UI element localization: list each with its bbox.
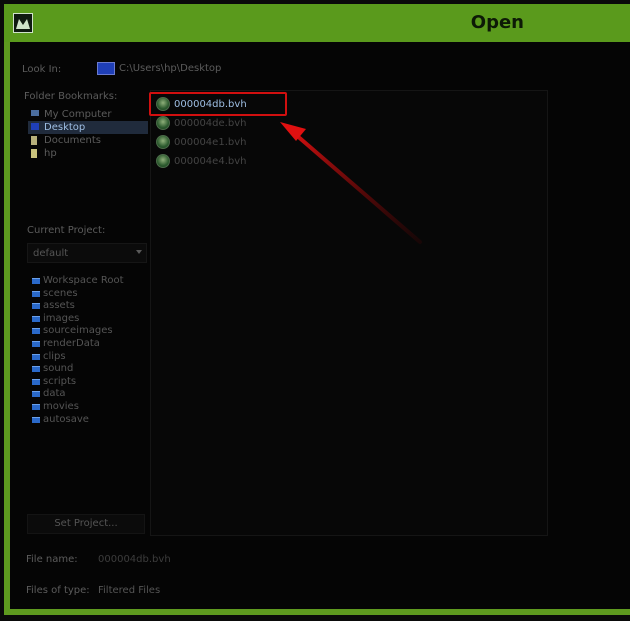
current-project-label: Current Project:	[27, 225, 106, 236]
bookmark-label: Documents	[44, 135, 102, 146]
folder-label: assets	[43, 300, 75, 312]
project-folder-item[interactable]: scripts	[31, 376, 149, 389]
look-in-label: Look In:	[22, 64, 62, 75]
title-bar[interactable]: Open	[4, 4, 630, 42]
set-project-button[interactable]: Set Project...	[27, 514, 145, 534]
bvh-file-icon	[156, 116, 170, 130]
file-name-label: File name:	[26, 554, 78, 565]
file-item[interactable]: 000004e4.bvh	[156, 153, 280, 171]
dialog-title: Open	[470, 12, 524, 33]
project-folder-item[interactable]: images	[31, 313, 149, 326]
file-item[interactable]: 000004e1.bvh	[156, 134, 280, 152]
project-dropdown[interactable]: default	[27, 243, 147, 263]
project-folder-item[interactable]: data	[31, 388, 149, 401]
file-name-input[interactable]: 000004db.bvh	[98, 554, 171, 565]
folder-label: renderData	[43, 337, 100, 349]
folder-label: clips	[43, 350, 66, 362]
folder-label: movies	[43, 400, 79, 412]
folder-label: sourceimages	[43, 325, 113, 337]
folder-icon	[32, 416, 40, 423]
bookmark-desktop[interactable]: Desktop	[28, 121, 148, 134]
folder-icon	[32, 278, 40, 284]
folder-label: autosave	[43, 413, 89, 425]
computer-icon	[31, 110, 39, 116]
file-name-text: 000004e1.bvh	[174, 137, 247, 148]
project-folder-item[interactable]: assets	[31, 300, 149, 313]
file-list-panel[interactable]: 000004db.bvh 000004de.bvh 000004e1.bvh 0…	[149, 90, 548, 536]
project-folder-item[interactable]: renderData	[31, 338, 149, 351]
folder-bookmarks-label: Folder Bookmarks:	[24, 91, 118, 102]
bookmark-documents[interactable]: Documents	[28, 134, 148, 147]
drive-icon	[97, 62, 115, 75]
file-name-text: 000004e4.bvh	[174, 156, 247, 167]
bvh-file-icon	[156, 135, 170, 149]
folder-icon	[32, 366, 40, 373]
project-folder-item[interactable]: sourceimages	[31, 325, 149, 338]
folder-icon	[32, 315, 40, 322]
project-dropdown-value: default	[33, 248, 69, 259]
files-of-type-select[interactable]: Filtered Files	[98, 585, 160, 596]
folder-icon	[32, 353, 40, 360]
folder-label: scripts	[43, 375, 77, 387]
look-in-path-text: C:\Users\hp\Desktop	[119, 63, 222, 74]
project-folder-item[interactable]: sound	[31, 363, 149, 376]
bookmark-label: My Computer	[44, 109, 112, 120]
project-folder-item[interactable]: Workspace Root	[31, 275, 149, 288]
bookmark-label: Desktop	[44, 122, 86, 133]
folder-label: images	[43, 312, 80, 324]
bookmark-label: hp	[44, 148, 57, 159]
bvh-file-icon	[156, 97, 170, 111]
folder-icon	[32, 303, 40, 310]
folder-icon	[32, 290, 40, 297]
file-name-text: 000004de.bvh	[174, 118, 247, 129]
folder-icon	[32, 391, 40, 398]
look-in-path[interactable]: C:\Users\hp\Desktop	[97, 60, 297, 76]
user-folder-icon	[31, 149, 37, 158]
bvh-file-icon	[156, 154, 170, 168]
file-item[interactable]: 000004de.bvh	[156, 115, 280, 133]
file-item[interactable]: 000004db.bvh	[149, 92, 287, 116]
project-folder-item[interactable]: clips	[31, 351, 149, 364]
project-folder-item[interactable]: movies	[31, 401, 149, 414]
maya-app-icon	[13, 13, 33, 33]
project-folder-item[interactable]: autosave	[31, 414, 149, 427]
bookmark-list: My Computer Desktop Documents hp	[28, 108, 148, 160]
folder-icon	[32, 378, 40, 385]
bookmark-my-computer[interactable]: My Computer	[28, 108, 148, 121]
documents-icon	[31, 136, 37, 145]
folder-label: data	[43, 388, 66, 400]
folder-icon	[32, 403, 40, 410]
bookmark-hp[interactable]: hp	[28, 147, 148, 160]
folder-icon	[32, 328, 40, 335]
dialog-body: Look In: C:\Users\hp\Desktop Folder Book…	[10, 42, 630, 609]
project-folder-item[interactable]: scenes	[31, 288, 149, 301]
folder-label: scenes	[43, 287, 78, 299]
folder-label: Workspace Root	[43, 275, 124, 286]
file-name-text: 000004db.bvh	[174, 99, 247, 110]
desktop-icon	[31, 123, 39, 130]
project-folder-list: Workspace Root scenes assets images sour…	[31, 275, 149, 426]
files-of-type-label: Files of type:	[26, 585, 90, 596]
chevron-down-icon	[136, 250, 142, 254]
open-dialog-window: Open Look In: C:\Users\hp\Desktop Folder…	[4, 4, 630, 615]
folder-label: sound	[43, 363, 74, 375]
folder-icon	[32, 340, 40, 347]
